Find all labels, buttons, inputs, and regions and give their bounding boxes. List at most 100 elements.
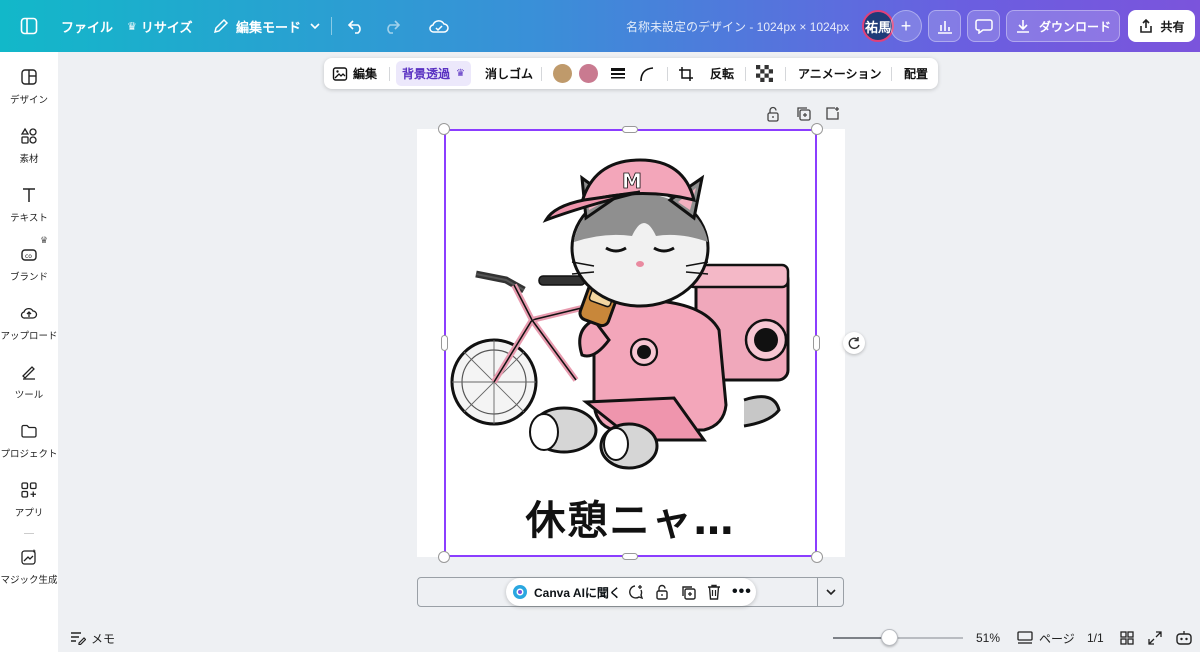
share-button[interactable]: 共有 bbox=[1128, 10, 1195, 42]
left-sidebar: デザイン 素材 テキスト ♛ co ブランド アップロード ツール プロジェクト… bbox=[0, 52, 58, 652]
lock-icon[interactable] bbox=[655, 578, 669, 606]
resize-button[interactable]: ♛ リサイズ bbox=[127, 0, 193, 52]
crown-icon: ♛ bbox=[127, 20, 137, 33]
comment-add-icon[interactable] bbox=[627, 578, 644, 606]
redo-icon[interactable] bbox=[383, 0, 401, 52]
resize-handle-right[interactable] bbox=[813, 335, 820, 351]
image-context-toolbar: 編集 背景透過 ♛ 消しゴム 反転 アニメーション 配置 bbox=[324, 58, 938, 89]
divider bbox=[745, 67, 746, 81]
download-button[interactable]: ダウンロード bbox=[1006, 10, 1120, 42]
sidebar-item-projects[interactable]: プロジェクト bbox=[0, 413, 58, 469]
border-style-icon[interactable] bbox=[610, 58, 626, 89]
plus-icon: + bbox=[900, 15, 912, 36]
pages-label: ページ bbox=[1039, 631, 1075, 646]
canva-ai-icon bbox=[513, 585, 527, 599]
selection-frame bbox=[444, 129, 817, 557]
sidebar-item-upload[interactable]: アップロード bbox=[0, 295, 58, 351]
resize-handle-left[interactable] bbox=[441, 335, 448, 351]
quick-actions-bar: Canva AIに聞く ••• bbox=[506, 578, 756, 606]
sidebar-item-label: マジック生成 bbox=[0, 575, 58, 586]
divider bbox=[389, 67, 390, 81]
duplicate-icon[interactable] bbox=[796, 106, 812, 122]
edit-mode-dropdown[interactable]: 編集モード bbox=[213, 0, 321, 52]
tools-icon bbox=[22, 366, 35, 380]
zoom-slider-thumb[interactable] bbox=[880, 629, 898, 646]
top-bar: ファイル ♛ リサイズ 編集モード 名称未設定のデザイン - 1024px × … bbox=[0, 0, 1200, 52]
assistant-icon[interactable] bbox=[1175, 626, 1193, 650]
document-title[interactable]: 名称未設定のデザイン - 1024px × 1024px bbox=[626, 0, 849, 52]
divider bbox=[24, 533, 34, 534]
download-icon bbox=[1016, 20, 1029, 33]
sidebar-item-elements[interactable]: 素材 bbox=[0, 118, 58, 174]
zoom-level[interactable]: 51% bbox=[976, 626, 1000, 650]
notes-button[interactable]: メモ bbox=[70, 626, 115, 650]
color-swatch-1[interactable] bbox=[553, 64, 572, 83]
sidebar-item-label: ブランド bbox=[9, 272, 48, 283]
file-menu[interactable]: ファイル bbox=[61, 0, 113, 52]
duplicate-icon[interactable] bbox=[681, 578, 696, 606]
canva-ai-button[interactable]: Canva AIに聞く bbox=[512, 578, 621, 606]
sidebar-item-design[interactable]: デザイン bbox=[0, 59, 58, 115]
sidebar-item-label: アプリ bbox=[14, 508, 44, 519]
bg-remove-label: 背景透過 bbox=[402, 67, 451, 81]
folder-icon bbox=[21, 424, 37, 438]
sidebar-item-label: ツール bbox=[14, 390, 44, 401]
eraser-button[interactable]: 消しゴム bbox=[485, 58, 533, 89]
trash-icon[interactable] bbox=[707, 578, 721, 606]
divider bbox=[891, 67, 892, 81]
comment-button[interactable] bbox=[967, 10, 1000, 42]
corner-rounding-icon[interactable] bbox=[639, 58, 655, 89]
sidebar-toggle-icon[interactable] bbox=[20, 0, 38, 52]
sidebar-item-brand[interactable]: ♛ co ブランド bbox=[0, 235, 58, 292]
canva-ai-label: Canva AIに聞く bbox=[534, 585, 621, 600]
notes-icon bbox=[71, 632, 86, 645]
page-count: 1/1 bbox=[1087, 631, 1104, 645]
pages-icon bbox=[1017, 631, 1033, 644]
comment-icon bbox=[974, 19, 993, 34]
sidebar-item-tools[interactable]: ツール bbox=[0, 354, 58, 410]
edit-image-button[interactable]: 編集 bbox=[332, 58, 377, 89]
undo-icon[interactable] bbox=[347, 0, 365, 52]
resize-handle-top[interactable] bbox=[622, 126, 638, 133]
position-label: 配置 bbox=[904, 67, 929, 81]
flip-button[interactable]: 反転 bbox=[710, 58, 734, 89]
sidebar-item-magic[interactable]: マジック生成 bbox=[0, 539, 58, 595]
color-swatch-2[interactable] bbox=[579, 64, 598, 83]
sidebar-item-text[interactable]: テキスト bbox=[0, 177, 58, 233]
file-menu-label: ファイル bbox=[61, 19, 114, 35]
grid-view-icon[interactable] bbox=[1120, 626, 1134, 650]
pages-button[interactable]: ページ bbox=[1017, 626, 1075, 650]
pencil-icon bbox=[213, 18, 229, 34]
text-icon bbox=[23, 188, 35, 202]
transparency-icon[interactable] bbox=[756, 58, 773, 89]
crown-icon: ♛ bbox=[40, 235, 49, 245]
crown-icon: ♛ bbox=[456, 68, 465, 79]
upload-icon bbox=[20, 307, 38, 319]
image-edit-icon bbox=[332, 66, 348, 81]
divider bbox=[785, 67, 786, 81]
add-collaborator-button[interactable]: + bbox=[890, 10, 922, 42]
bg-remove-button[interactable]: 背景透過 ♛ bbox=[396, 61, 471, 86]
animation-button[interactable]: アニメーション bbox=[798, 58, 882, 89]
resize-handle-bottom-right[interactable] bbox=[811, 551, 823, 563]
resize-handle-bottom-left[interactable] bbox=[438, 551, 450, 563]
lock-icon[interactable] bbox=[766, 106, 782, 122]
collapse-notes-button[interactable] bbox=[817, 577, 844, 607]
cloud-saved-icon[interactable] bbox=[429, 0, 449, 52]
resize-handle-bottom[interactable] bbox=[622, 553, 638, 560]
zoom-slider-track[interactable] bbox=[833, 637, 963, 639]
resize-handle-top-left[interactable] bbox=[438, 123, 450, 135]
share-icon bbox=[1140, 18, 1153, 33]
notes-label: メモ bbox=[91, 631, 116, 646]
sidebar-item-apps[interactable]: アプリ bbox=[0, 472, 58, 528]
crop-icon[interactable] bbox=[678, 58, 694, 89]
more-options-icon[interactable]: ••• bbox=[732, 578, 752, 606]
insights-button[interactable] bbox=[928, 10, 961, 42]
fullscreen-icon[interactable] bbox=[1148, 626, 1162, 650]
rotate-handle[interactable] bbox=[843, 332, 865, 354]
resize-label: リサイズ bbox=[140, 19, 193, 35]
resize-handle-top-right[interactable] bbox=[811, 123, 823, 135]
add-page-icon[interactable] bbox=[825, 106, 841, 122]
position-button[interactable]: 配置 bbox=[904, 58, 928, 89]
chevron-down-icon bbox=[826, 589, 836, 596]
